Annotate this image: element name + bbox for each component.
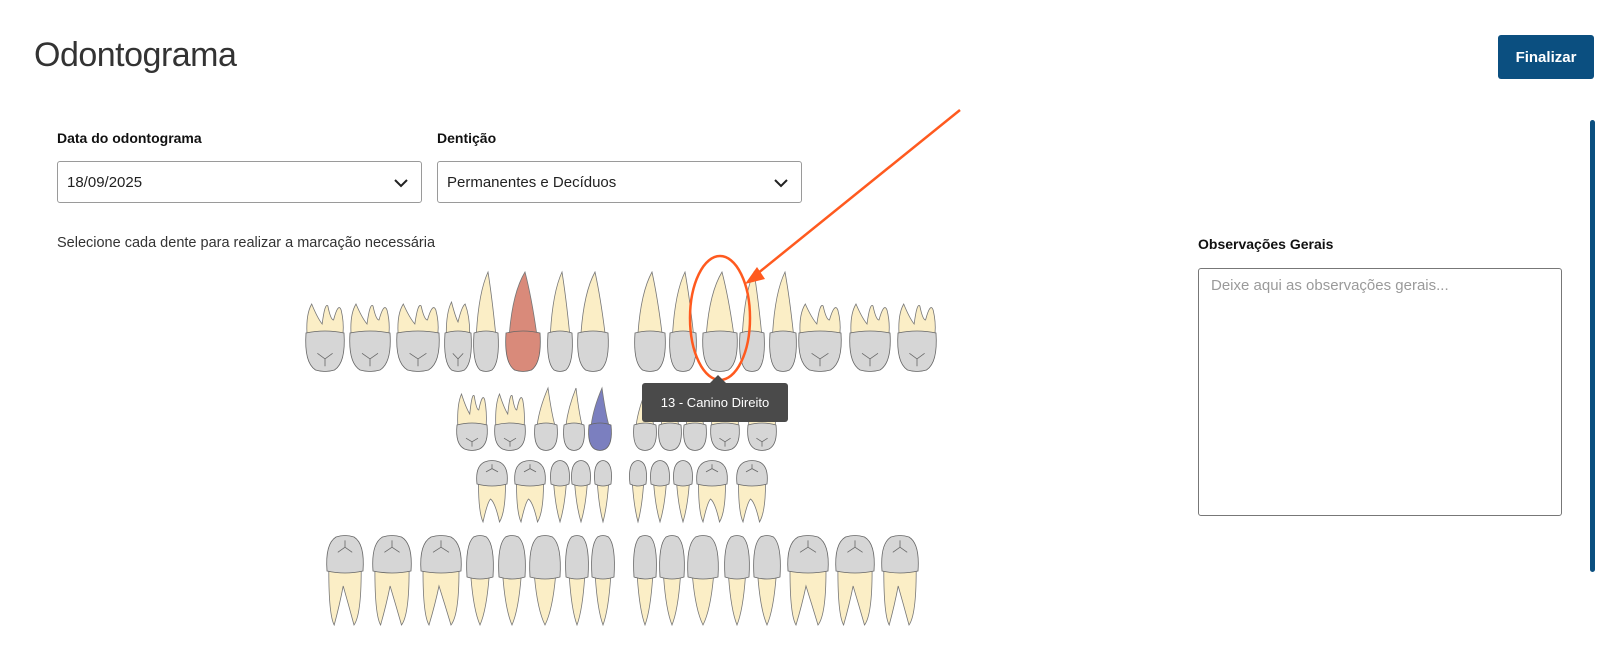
tooth[interactable]	[529, 535, 561, 626]
tooth[interactable]	[476, 460, 508, 524]
tooth[interactable]	[696, 460, 728, 524]
tooth[interactable]	[724, 535, 750, 627]
tooth[interactable]	[534, 386, 558, 451]
tooth[interactable]	[571, 460, 591, 524]
annotation-arrow	[751, 109, 961, 279]
tooth[interactable]	[577, 270, 609, 372]
tooth[interactable]	[673, 460, 693, 524]
tooth[interactable]	[396, 303, 440, 372]
tooth[interactable]	[349, 303, 391, 372]
tooth[interactable]	[466, 535, 494, 627]
tooth[interactable]	[594, 460, 612, 524]
tooth[interactable]	[669, 270, 697, 372]
tooth[interactable]	[591, 535, 615, 627]
tooth[interactable]	[881, 535, 919, 627]
tooth[interactable]	[702, 270, 738, 372]
tooth[interactable]	[420, 535, 462, 626]
tooth[interactable]	[565, 535, 589, 627]
tooth[interactable]	[835, 535, 875, 627]
tooth[interactable]	[444, 300, 472, 372]
tooth[interactable]	[849, 303, 891, 372]
tooth[interactable]	[326, 535, 364, 627]
tooltip-pointer	[710, 375, 726, 383]
tooth[interactable]	[456, 392, 488, 451]
tooth[interactable]	[634, 270, 666, 372]
tooth[interactable]	[629, 460, 647, 524]
tooth[interactable]	[305, 303, 345, 372]
tooth[interactable]	[494, 392, 526, 451]
tooth[interactable]	[650, 460, 670, 524]
tooth[interactable]	[473, 270, 499, 372]
tooth[interactable]	[736, 460, 768, 524]
tooth[interactable]	[372, 535, 412, 627]
tooth[interactable]	[659, 535, 685, 627]
odontogram-chart	[305, 109, 961, 627]
tooth[interactable]	[505, 270, 541, 372]
tooth[interactable]	[787, 535, 829, 626]
tooth[interactable]	[550, 460, 570, 524]
tooth[interactable]	[798, 303, 842, 372]
tooth[interactable]	[633, 535, 657, 627]
tooth[interactable]	[547, 270, 573, 372]
tooth[interactable]	[687, 535, 719, 626]
tooth[interactable]	[897, 303, 937, 372]
tooth[interactable]	[753, 535, 781, 627]
tooth-tooltip: 13 - Canino Direito	[642, 383, 788, 422]
tooth[interactable]	[563, 387, 585, 451]
tooth[interactable]	[514, 460, 546, 524]
tooth[interactable]	[769, 270, 797, 372]
tooth[interactable]	[498, 535, 526, 627]
tooth[interactable]	[588, 386, 612, 451]
